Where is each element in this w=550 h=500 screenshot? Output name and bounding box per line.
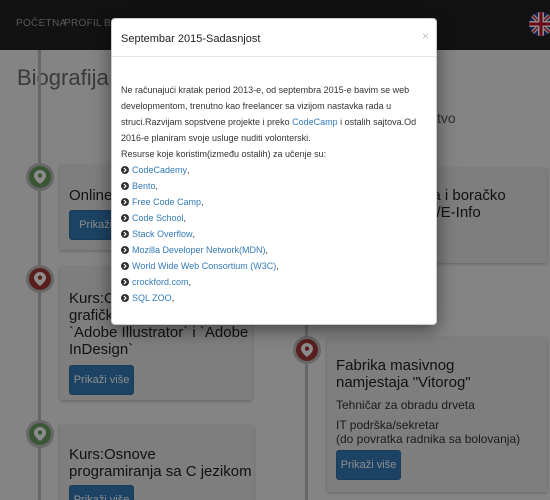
resource-link[interactable]: Mozilla Developer Network(MDN) bbox=[132, 242, 266, 258]
resource-link[interactable]: SQL ZOO bbox=[132, 290, 172, 306]
resource-item: CodeCademy, bbox=[121, 162, 427, 178]
resource-link[interactable]: Bento bbox=[132, 178, 156, 194]
resource-item: SQL ZOO, bbox=[121, 290, 427, 306]
resources-intro: Resurse koje koristim(između ostalih) za… bbox=[121, 149, 327, 159]
modal-paragraph: Ne računajući kratak period 2013-e, od s… bbox=[121, 82, 427, 146]
resource-item: Free Code Camp, bbox=[121, 194, 427, 210]
separator: , bbox=[171, 293, 175, 303]
resource-link[interactable]: crockford.com bbox=[132, 274, 189, 290]
resource-link[interactable]: Code School bbox=[132, 210, 184, 226]
codecamp-link[interactable]: CodeCamp bbox=[292, 117, 338, 127]
resource-item: Bento, bbox=[121, 178, 427, 194]
separator: , bbox=[155, 181, 159, 191]
resource-link[interactable]: World Wide Web Consortium (W3C) bbox=[132, 258, 276, 274]
separator: , bbox=[187, 165, 190, 175]
separator: , bbox=[265, 245, 269, 255]
separator: , bbox=[201, 197, 204, 207]
close-icon[interactable]: × bbox=[422, 29, 429, 43]
separator: , bbox=[188, 277, 192, 287]
separator: , bbox=[276, 261, 279, 271]
chevron-circle-right-icon bbox=[121, 262, 129, 270]
modal-title: Septembar 2015-Sadasnjost bbox=[121, 33, 261, 45]
resource-item: Mozilla Developer Network(MDN), bbox=[121, 242, 427, 258]
resource-item: World Wide Web Consortium (W3C), bbox=[121, 258, 427, 274]
resource-link[interactable]: Stack Overflow bbox=[132, 226, 193, 242]
resource-item: crockford.com, bbox=[121, 274, 427, 290]
chevron-circle-right-icon bbox=[121, 166, 129, 174]
resource-link[interactable]: CodeCademy bbox=[132, 162, 187, 178]
modal-dialog: Septembar 2015-Sadasnjost × Ne računajuć… bbox=[111, 18, 437, 325]
resource-list: CodeCademy, Bento, Free Code Camp, Code Sch… bbox=[121, 162, 427, 306]
chevron-circle-right-icon bbox=[121, 214, 129, 222]
separator: , bbox=[183, 213, 187, 223]
resource-item: Stack Overflow, bbox=[121, 226, 427, 242]
modal-body: Ne računajući kratak period 2013-e, od s… bbox=[121, 82, 427, 306]
modal-header: Septembar 2015-Sadasnjost × bbox=[112, 19, 436, 57]
chevron-circle-right-icon bbox=[121, 246, 129, 254]
separator: , bbox=[192, 229, 196, 239]
chevron-circle-right-icon bbox=[121, 294, 129, 302]
resource-link[interactable]: Free Code Camp bbox=[132, 194, 201, 210]
chevron-circle-right-icon bbox=[121, 278, 129, 286]
chevron-circle-right-icon bbox=[121, 182, 129, 190]
resource-item: Code School, bbox=[121, 210, 427, 226]
chevron-circle-right-icon bbox=[121, 198, 129, 206]
chevron-circle-right-icon bbox=[121, 230, 129, 238]
